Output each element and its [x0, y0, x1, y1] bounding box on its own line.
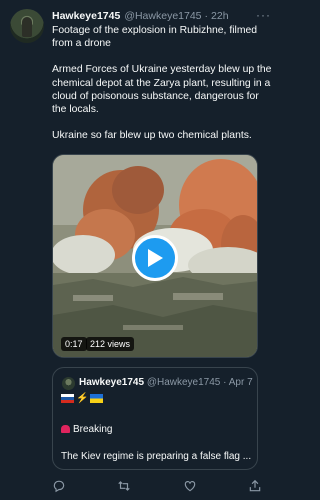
quoted-avatar	[62, 377, 75, 390]
view-count: 212 views	[86, 337, 135, 351]
video-duration: 0:17	[61, 337, 87, 351]
breaking-label: Breaking	[73, 424, 113, 435]
timestamp[interactable]: 22h	[211, 10, 229, 22]
lightning-icon: ⚡	[76, 393, 89, 404]
tweet-paragraph: Footage of the explosion in Rubizhne, fi…	[52, 25, 258, 50]
flag-emojis: ⚡	[61, 393, 104, 404]
author-handle[interactable]: @Hawkeye1745	[124, 10, 201, 22]
russia-flag-icon	[61, 394, 74, 403]
ukraine-flag-icon	[90, 394, 104, 403]
action-bar	[52, 478, 262, 494]
quoted-timestamp: Apr 7	[228, 377, 253, 388]
quoted-author-name: Hawkeye1745	[79, 377, 145, 388]
retweet-icon[interactable]	[117, 479, 131, 493]
avatar[interactable]	[10, 9, 44, 43]
separator: ·	[223, 377, 227, 388]
quoted-text: The Kiev regime is preparing a false fla…	[61, 451, 252, 462]
tweet[interactable]: Hawkeye1745 @Hawkeye1745 · 22h ··· Foota…	[0, 0, 281, 500]
like-icon[interactable]	[183, 479, 197, 493]
tweet-paragraph: Ukraine so far blew up two chemical plan…	[52, 130, 252, 142]
quoted-header: Hawkeye1745 @Hawkeye1745 · Apr 7	[79, 377, 253, 388]
play-icon	[148, 249, 163, 267]
siren-icon	[61, 425, 70, 433]
play-button[interactable]	[132, 235, 178, 281]
tweet-header: Hawkeye1745 @Hawkeye1745 · 22h ···	[52, 8, 273, 24]
more-options-icon[interactable]: ···	[256, 8, 271, 22]
video-player[interactable]: 0:17 212 views	[52, 154, 258, 358]
tweet-paragraph: Armed Forces of Ukraine yesterday blew u…	[52, 64, 272, 116]
quoted-tweet[interactable]: Hawkeye1745 @Hawkeye1745 · Apr 7 ⚡ Break…	[52, 367, 258, 470]
quoted-author-handle: @Hawkeye1745	[146, 377, 221, 388]
tweet-text: Footage of the explosion in Rubizhne, fi…	[52, 24, 274, 155]
share-icon[interactable]	[248, 479, 262, 493]
author-name[interactable]: Hawkeye1745	[52, 10, 120, 22]
reply-icon[interactable]	[52, 479, 66, 493]
separator: ·	[204, 10, 209, 22]
breaking-line: Breaking	[61, 424, 112, 435]
